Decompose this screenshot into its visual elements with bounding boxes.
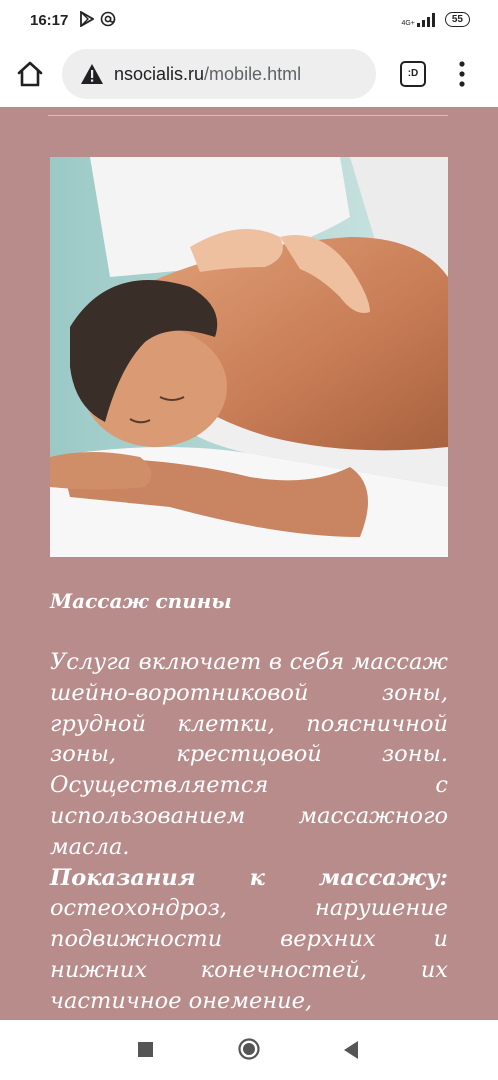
- recents-icon[interactable]: [138, 1042, 153, 1057]
- url-path: /mobile.html: [204, 63, 302, 84]
- battery-indicator: 55: [444, 12, 470, 27]
- address-bar[interactable]: nsocialis.ru/mobile.html: [62, 49, 376, 99]
- url-text: nsocialis.ru/mobile.html: [114, 64, 301, 85]
- signal-icon: [416, 12, 435, 27]
- play-store-icon: [80, 11, 94, 27]
- page-content[interactable]: Массаж спины Услуга включает в себя масс…: [0, 107, 498, 1020]
- divider: [48, 115, 448, 116]
- article-body: Услуга включает в себя массаж шейно-воро…: [50, 647, 448, 1017]
- status-system-icons: 4G+ 55: [401, 12, 470, 27]
- article-title: Массаж спины: [50, 589, 232, 613]
- at-sign-icon: [100, 11, 116, 27]
- home-icon[interactable]: [14, 58, 46, 90]
- url-domain: nsocialis.ru: [114, 63, 205, 84]
- overflow-menu-icon[interactable]: [452, 60, 472, 88]
- tab-count: :D: [407, 68, 419, 79]
- warning-icon[interactable]: [80, 63, 104, 85]
- article-description: Услуга включает в себя массаж шейно-воро…: [50, 649, 448, 860]
- indications-label: Показания к массажу:: [50, 864, 448, 891]
- massage-photo: [50, 157, 448, 557]
- system-nav-bar: [0, 1020, 498, 1080]
- back-icon[interactable]: [342, 1040, 360, 1060]
- browser-toolbar: nsocialis.ru/mobile.html :D: [0, 44, 498, 104]
- tab-switcher-icon[interactable]: :D: [400, 61, 426, 87]
- indications-text: остеохондроз, нарушение подвижности верх…: [50, 895, 448, 1014]
- status-bar: 16:17 4G+ 55: [0, 0, 498, 44]
- status-time: 16:17: [30, 12, 69, 29]
- status-notification-icons: [80, 11, 116, 27]
- home-circle-icon[interactable]: [238, 1038, 260, 1060]
- network-type: 4G+: [401, 19, 415, 27]
